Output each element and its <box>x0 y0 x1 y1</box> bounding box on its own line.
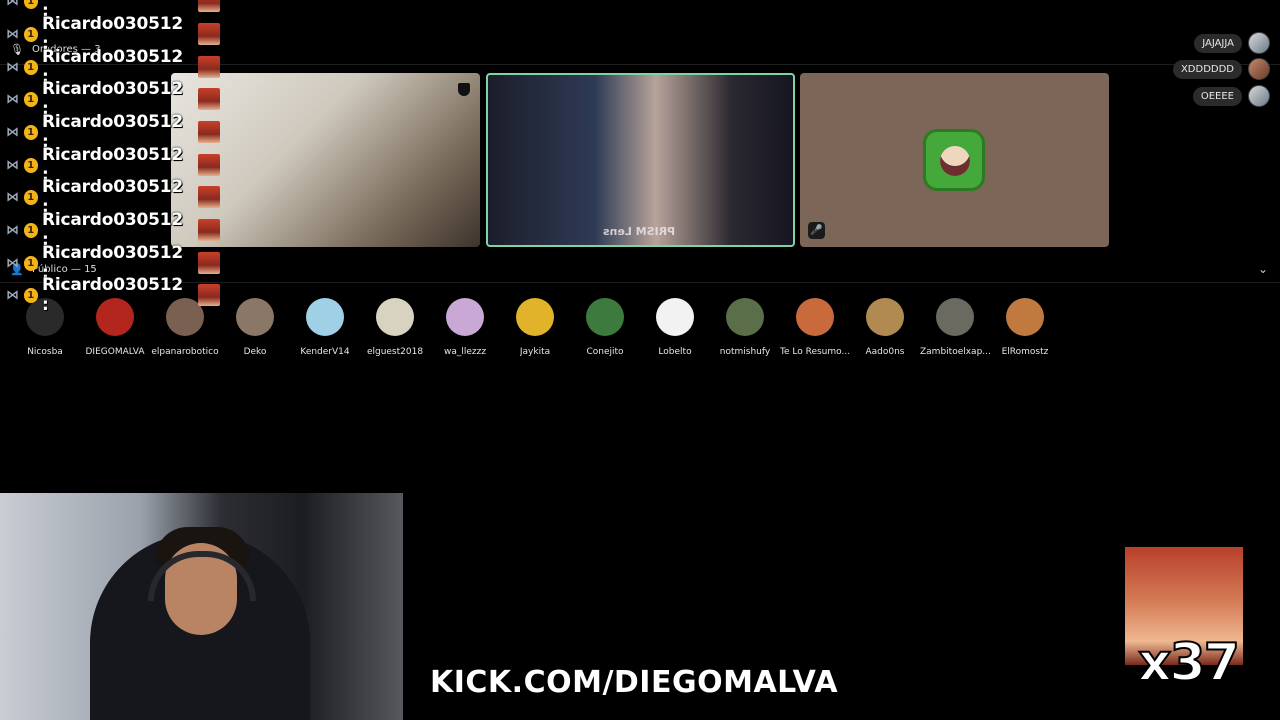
muted-mic-icon: 🎤 <box>808 222 825 239</box>
avatar <box>726 298 764 336</box>
chat-message: ⋈1Ricardo030512 : <box>6 14 220 54</box>
chat-emote <box>197 0 220 12</box>
speaker-tile-3[interactable]: 🎤 <box>800 73 1109 247</box>
audience-member-name: wa_llezzz <box>443 347 487 357</box>
audience-member-name: Aado0ns <box>865 347 905 357</box>
avatar <box>236 298 274 336</box>
chat-emote <box>197 88 220 110</box>
lens-watermark: PRISM Lens <box>603 225 676 238</box>
audience-member[interactable]: Jaykita <box>500 298 570 357</box>
audience-member-name: DIEGOMALVA <box>85 347 145 357</box>
audience-member-name: notmishufy <box>719 347 771 357</box>
avatar <box>306 298 344 336</box>
moderator-badge-icon: ⋈ <box>6 91 19 107</box>
reaction-avatar <box>1248 32 1270 54</box>
chat-message: ⋈1Ricardo030512 : <box>6 145 220 185</box>
chat-emote <box>197 186 220 208</box>
avatar <box>936 298 974 336</box>
sub-badge-icon: 1 <box>23 91 38 107</box>
audience-member[interactable]: elguest2018 <box>360 298 430 357</box>
chat-message: ⋈1Ricardo030512 : <box>6 79 220 119</box>
audience-member[interactable]: Conejito <box>570 298 640 357</box>
audience-member-name: Lobelto <box>658 347 692 357</box>
audience-member[interactable]: Deko <box>220 298 290 357</box>
audience-member[interactable]: notmishufy <box>710 298 780 357</box>
audience-member[interactable]: Lobelto <box>640 298 710 357</box>
moderator-badge-icon: ⋈ <box>6 287 19 303</box>
sub-badge-icon: 1 <box>23 287 38 303</box>
audience-member-name: Zambitoelxap... <box>920 347 990 357</box>
chat-message: ⋈1Ricardo030512 : <box>6 112 220 152</box>
avatar <box>656 298 694 336</box>
channel-url: KICK.COM/DIEGOMALVA <box>430 665 839 700</box>
moderator-badge-icon: ⋈ <box>6 124 19 140</box>
chat-emote <box>197 23 220 45</box>
audience-member-name: KenderV14 <box>300 347 350 357</box>
chevron-down-icon[interactable]: ⌄ <box>1258 262 1268 276</box>
reaction-bubble: JAJAJJA <box>1194 32 1270 54</box>
avatar <box>586 298 624 336</box>
sub-badge-icon: 1 <box>23 59 38 75</box>
chat-message: ⋈1Ricardo030512 : <box>6 210 220 250</box>
speaker-tile-2[interactable]: PRISM Lens <box>486 73 795 247</box>
chat-emote <box>197 284 220 306</box>
audience-member[interactable]: KenderV14 <box>290 298 360 357</box>
streamer-webcam <box>0 493 403 720</box>
audience-member-name: Conejito <box>586 347 624 357</box>
audience-member-name: elguest2018 <box>366 347 424 357</box>
avatar <box>376 298 414 336</box>
chat-emote <box>197 56 220 78</box>
chat-message: ⋈1Ricardo030512 : <box>6 243 220 283</box>
chat-username: Ricardo030512 : <box>41 275 184 315</box>
avatar <box>1006 298 1044 336</box>
chat-message: ⋈1Ricardo030512 : <box>6 177 220 217</box>
chat-message: ⋈1Ricardo030512 : <box>6 47 220 87</box>
chat-message: ⋈1Ricardo030512 : <box>6 0 220 21</box>
sub-badge-icon: 1 <box>23 157 38 173</box>
audience-member[interactable]: Te Lo Resumo... <box>780 298 850 357</box>
reaction-text: XDDDDDD <box>1172 59 1242 79</box>
moderator-badge-icon: ⋈ <box>6 0 19 9</box>
reaction-avatar <box>1248 85 1270 107</box>
reaction-text: JAJAJJA <box>1194 33 1242 53</box>
audience-member-name: Te Lo Resumo... <box>780 347 850 357</box>
moderator-badge-icon: ⋈ <box>6 157 19 173</box>
chat-message: ⋈1Ricardo030512 : <box>6 275 220 315</box>
reaction-bubble: XDDDDDD <box>1172 58 1270 80</box>
sub-badge-icon: 1 <box>23 124 38 140</box>
moderator-badge-icon: ⋈ <box>6 222 19 238</box>
audience-member[interactable]: wa_llezzz <box>430 298 500 357</box>
chat-emote <box>197 154 220 176</box>
moderator-shield-icon <box>458 83 470 96</box>
sub-badge-icon: 1 <box>23 26 38 42</box>
audience-member-name: Nicosba <box>27 347 63 357</box>
audience-member-name: Jaykita <box>519 347 551 357</box>
speaker-avatar <box>923 129 985 191</box>
moderator-badge-icon: ⋈ <box>6 255 19 271</box>
audience-member[interactable]: Aado0ns <box>850 298 920 357</box>
audience-member-name: ElRomostz <box>1001 347 1049 357</box>
sub-badge-icon: 1 <box>23 189 38 205</box>
reaction-avatar <box>1248 58 1270 80</box>
sub-badge-icon: 1 <box>23 222 38 238</box>
chat-emote <box>197 252 220 274</box>
reaction-text: OEEEE <box>1192 86 1242 106</box>
moderator-badge-icon: ⋈ <box>6 59 19 75</box>
sub-badge-icon: 1 <box>23 0 38 9</box>
avatar <box>446 298 484 336</box>
audience-member-name: elpanarobotico <box>151 347 219 357</box>
avatar <box>796 298 834 336</box>
audience-member[interactable]: ElRomostz <box>990 298 1060 357</box>
avatar <box>516 298 554 336</box>
moderator-badge-icon: ⋈ <box>6 26 19 42</box>
reaction-bubble: OEEEE <box>1192 85 1270 107</box>
moderator-badge-icon: ⋈ <box>6 189 19 205</box>
emote-multiplier: x37 <box>1137 632 1241 694</box>
chat-emote <box>197 121 220 143</box>
sub-badge-icon: 1 <box>23 255 38 271</box>
chat-emote <box>197 219 220 241</box>
audience-member-name: Deko <box>243 347 267 357</box>
audience-member[interactable]: Zambitoelxap... <box>920 298 990 357</box>
avatar <box>866 298 904 336</box>
